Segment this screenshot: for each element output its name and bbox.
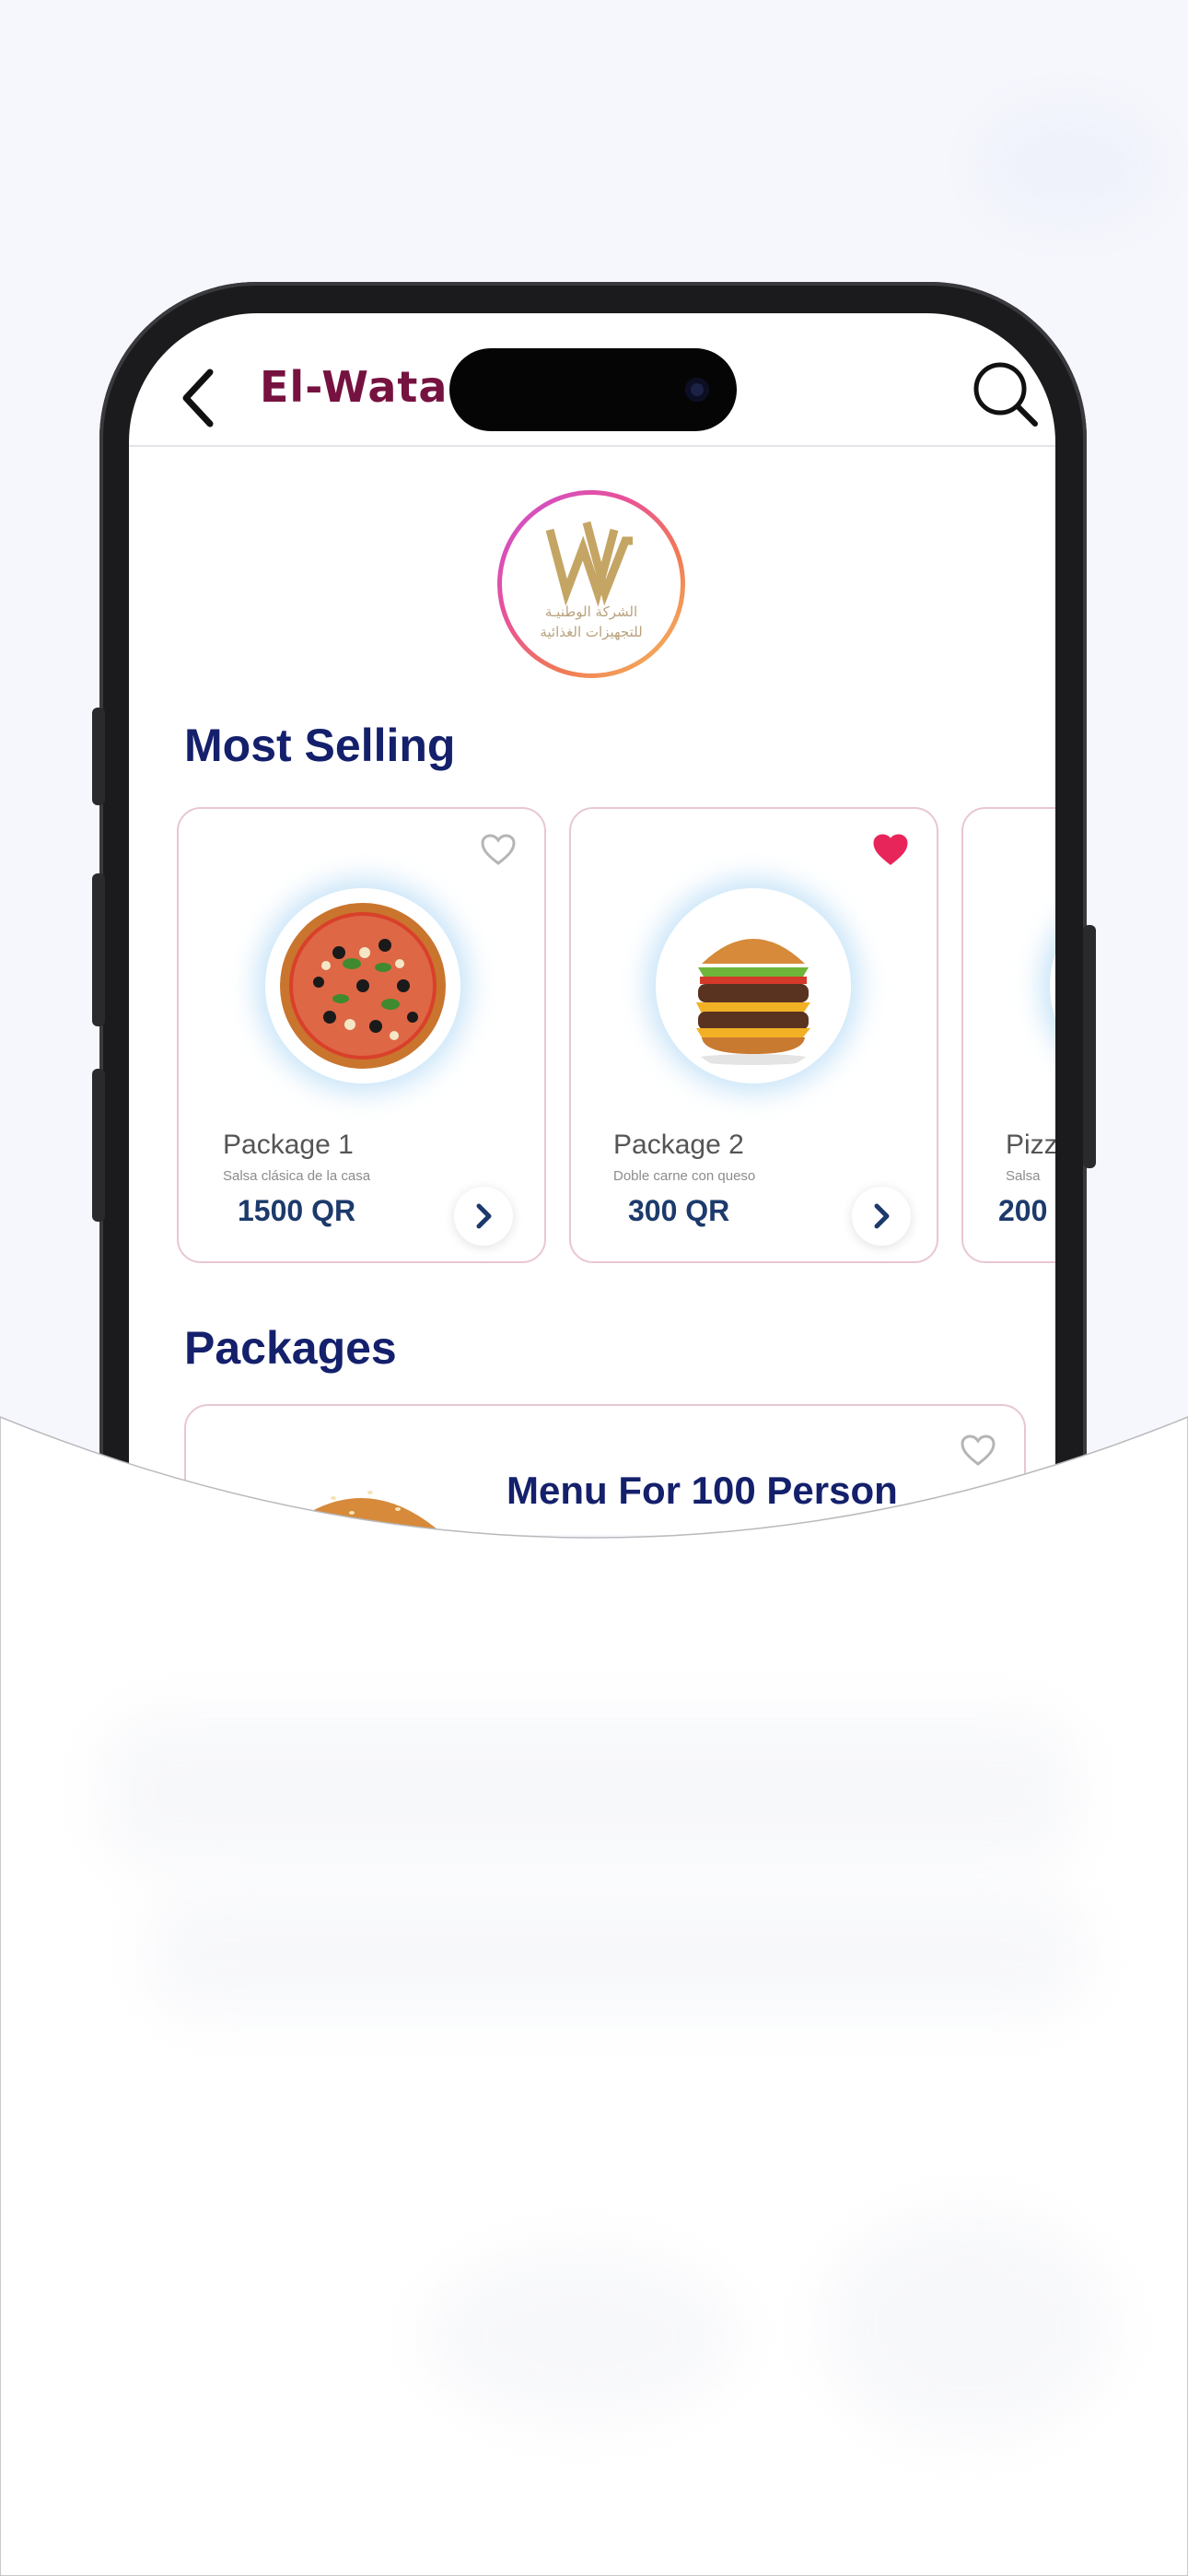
product-price: 1500 QR [238,1194,356,1227]
background-blob [976,101,1160,230]
logo-text-arabic: الشركة الوطنيـة [544,603,638,620]
burger-image [665,897,842,1074]
product-description: Salsa clásica de la casa [223,1168,371,1184]
open-product-button[interactable] [852,1187,911,1246]
product-price: 200 [998,1194,1048,1227]
product-card[interactable]: Pizza Salsa 200 [961,807,1055,1263]
camera-icon [685,378,709,402]
placeholder-shape [101,1714,1077,1870]
phone-side-button [1083,925,1096,1168]
placeholder-shape [147,1889,1087,2018]
dynamic-island [449,348,737,431]
logo-mark-icon [545,521,633,607]
phone-side-button [92,708,105,805]
heart-icon [481,834,516,865]
burger-image [278,1491,444,1535]
product-card[interactable]: Package 1 Salsa clásica de la casa 1500 … [177,807,546,1263]
section-title-most-selling: Most Selling [184,720,456,771]
favorite-button[interactable] [872,833,909,866]
food-image-frame [265,888,460,1083]
food-image-frame [1050,888,1055,1083]
food-image-frame [656,888,851,1083]
product-description: Salsa [1006,1168,1041,1184]
heart-icon [961,1434,996,1466]
favorite-button[interactable] [480,833,517,866]
app-screen: El-Watan الشركة الوطنيـة للتجهيزات الغذا… [129,313,1055,1535]
back-arrow-icon [182,369,214,427]
favorite-button[interactable] [960,1434,996,1467]
phone-side-button [92,1069,105,1222]
pizza-image [274,897,451,1074]
product-description: Doble carne con queso [613,1168,756,1184]
search-button[interactable] [969,357,1042,431]
chevron-right-icon [476,1203,492,1229]
placeholder-shape [820,2211,1114,2441]
phone-side-button [92,873,105,1026]
package-card[interactable]: Menu For 100 Person [184,1404,1026,1535]
heart-icon [873,834,908,865]
logo-text-arabic: للتجهيزات الغذائية [540,624,643,640]
package-title: Menu For 100 Person [507,1469,898,1512]
product-name: Pizza [1006,1130,1055,1160]
back-button[interactable] [175,359,221,433]
product-card[interactable]: Package 2 Doble carne con queso 300 QR [569,807,938,1263]
search-icon [973,362,1038,427]
product-name: Package 1 [223,1130,354,1160]
product-price: 300 QR [628,1194,730,1227]
chevron-right-icon [874,1203,890,1229]
section-title-packages: Packages [184,1322,397,1374]
open-product-button[interactable] [454,1187,513,1246]
company-logo: الشركة الوطنيـة للتجهيزات الغذائية [497,490,685,678]
placeholder-shape [424,2248,737,2423]
page-title: El-Watan [260,362,480,412]
product-name: Package 2 [613,1130,744,1160]
